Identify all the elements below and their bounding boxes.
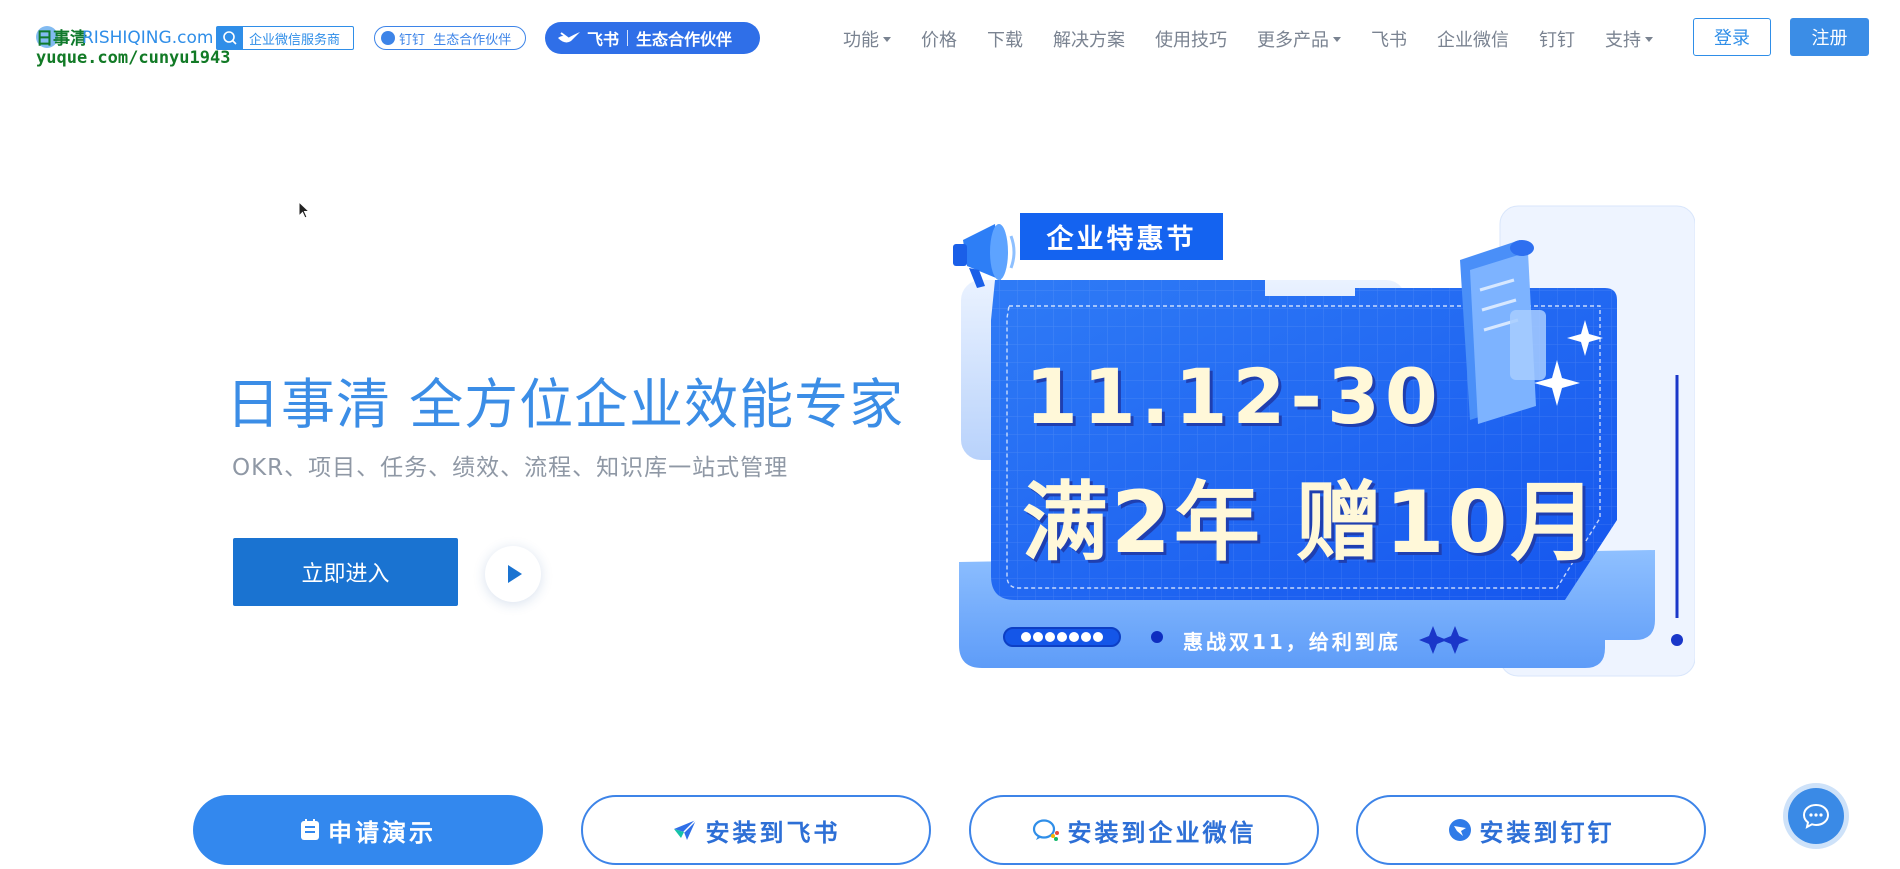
feishu-icon bbox=[672, 818, 698, 842]
feishu-partner-badge[interactable]: 飞书 生态合作伙伴 bbox=[545, 22, 760, 54]
feishu-brand: 飞书 bbox=[587, 30, 620, 49]
nav-item-label: 功能 bbox=[843, 30, 879, 51]
install-wecom-button[interactable]: 安装到企业微信 bbox=[969, 795, 1319, 865]
dingtalk-icon bbox=[1448, 818, 1472, 842]
dingtalk-partner-badge[interactable]: 钉钉 生态合作伙伴 bbox=[374, 26, 526, 50]
nav-item-wecom[interactable]: 企业微信 bbox=[1437, 26, 1509, 52]
chat-support-button[interactable] bbox=[1788, 788, 1844, 844]
nav-item-label: 价格 bbox=[921, 30, 957, 51]
nav-item-tips[interactable]: 使用技巧 bbox=[1155, 26, 1227, 52]
promo-ribbon: 企业特惠节 bbox=[1020, 213, 1223, 260]
promo-headline: 满2年 赠10月 bbox=[1022, 473, 1600, 573]
logo-name: 日事清 bbox=[36, 29, 87, 49]
nav-item-features[interactable]: 功能 bbox=[843, 26, 891, 52]
play-icon bbox=[508, 565, 522, 583]
calendar-icon bbox=[300, 819, 320, 841]
main-nav: 功能 价格 下载 解决方案 使用技巧 更多产品 飞书 企业微信 钉钉 支持 bbox=[843, 22, 1683, 56]
play-video-button[interactable] bbox=[485, 546, 541, 602]
wecom-badge-label: 企业微信服务商 bbox=[249, 32, 341, 48]
nav-item-label: 使用技巧 bbox=[1155, 30, 1227, 51]
promo-tagline: 惠战双11，给利到底 bbox=[1183, 630, 1401, 654]
hero-subtitle: OKR、项目、任务、绩效、流程、知识库一站式管理 bbox=[232, 455, 789, 481]
install-dingtalk-label: 安装到钉钉 bbox=[1479, 818, 1615, 847]
chevron-down-icon bbox=[883, 36, 891, 42]
wecom-icon bbox=[1032, 818, 1060, 842]
promo-dots-decoration bbox=[1003, 627, 1121, 647]
hero-title: 日事清 全方位企业效能专家 bbox=[226, 373, 905, 436]
nav-item-dingtalk[interactable]: 钉钉 bbox=[1539, 26, 1575, 52]
chevron-down-icon bbox=[1333, 36, 1341, 42]
logo-domain: RISHIQING.com bbox=[82, 28, 214, 48]
install-dingtalk-button[interactable]: 安装到钉钉 bbox=[1356, 795, 1706, 865]
nav-item-label: 支持 bbox=[1605, 30, 1641, 51]
nav-item-solutions[interactable]: 解决方案 bbox=[1053, 26, 1125, 52]
nav-item-label: 解决方案 bbox=[1053, 30, 1125, 51]
nav-item-label: 企业微信 bbox=[1437, 30, 1509, 51]
request-demo-button[interactable]: 申请演示 bbox=[193, 795, 543, 865]
site-header: 日事清 RISHIQING.com yuque.com/cunyu1943 企业… bbox=[0, 0, 1900, 80]
nav-item-more-products[interactable]: 更多产品 bbox=[1257, 26, 1341, 52]
nav-item-label: 更多产品 bbox=[1257, 30, 1329, 51]
login-button[interactable]: 登录 bbox=[1693, 18, 1771, 56]
nav-item-label: 下载 bbox=[987, 30, 1023, 51]
promo-date: 11.12-30 bbox=[1025, 352, 1443, 441]
feishu-badge-divider bbox=[627, 30, 629, 46]
nav-item-pricing[interactable]: 价格 bbox=[921, 26, 957, 52]
wecom-partner-badge[interactable]: 企业微信服务商 bbox=[216, 26, 354, 50]
chat-bubble-icon bbox=[1802, 803, 1830, 829]
install-wecom-label: 安装到企业微信 bbox=[1067, 818, 1257, 847]
dingtalk-badge-label: 钉钉 生态合作伙伴 bbox=[399, 32, 512, 48]
nav-item-download[interactable]: 下载 bbox=[987, 26, 1023, 52]
dingtalk-icon bbox=[381, 31, 395, 45]
install-feishu-label: 安装到飞书 bbox=[705, 818, 841, 847]
register-button[interactable]: 注册 bbox=[1790, 18, 1869, 56]
chevron-down-icon bbox=[1645, 36, 1653, 42]
feishu-badge-label: 生态合作伙伴 bbox=[636, 30, 733, 49]
enter-now-button[interactable]: 立即进入 bbox=[233, 538, 458, 606]
watermark-text: yuque.com/cunyu1943 bbox=[36, 48, 231, 68]
nav-item-label: 飞书 bbox=[1371, 30, 1407, 51]
install-feishu-button[interactable]: 安装到飞书 bbox=[581, 795, 931, 865]
nav-item-feishu[interactable]: 飞书 bbox=[1371, 26, 1407, 52]
feishu-bird-icon bbox=[557, 29, 581, 47]
mouse-cursor-icon bbox=[298, 200, 311, 223]
nav-item-support[interactable]: 支持 bbox=[1605, 26, 1653, 52]
nav-item-label: 钉钉 bbox=[1539, 30, 1575, 51]
request-demo-label: 申请演示 bbox=[328, 818, 436, 847]
wecom-icon bbox=[217, 27, 243, 49]
